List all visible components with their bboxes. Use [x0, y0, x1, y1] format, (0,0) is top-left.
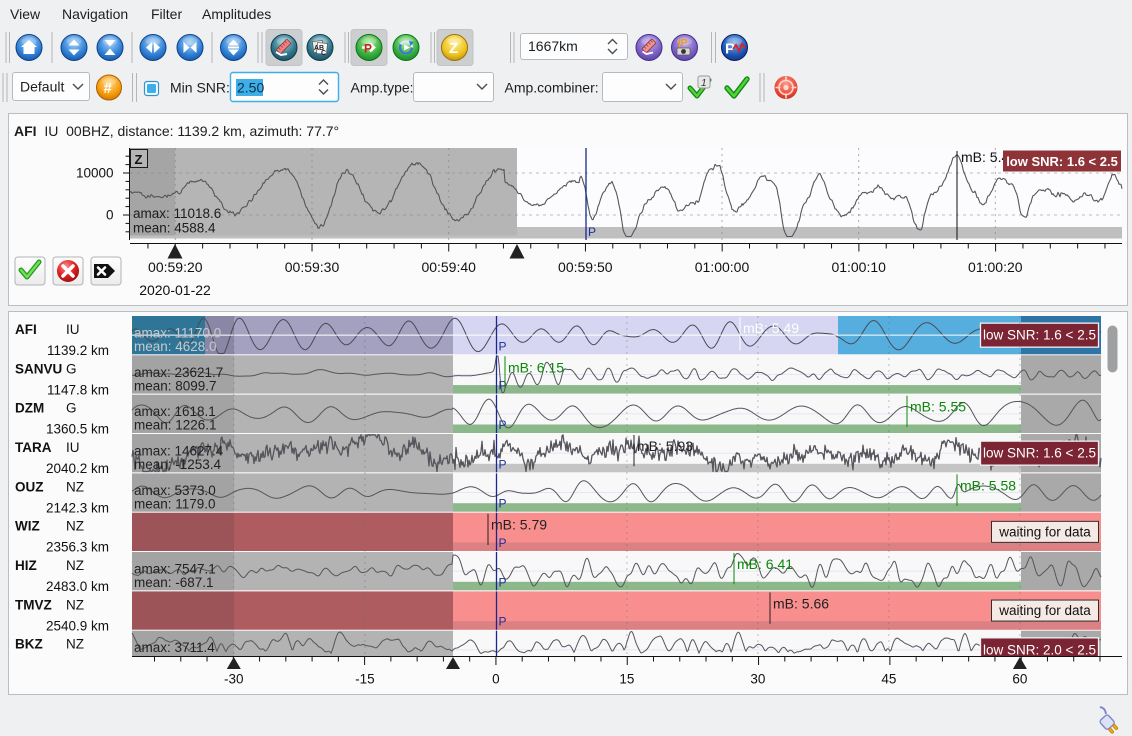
svg-text:2142.3 km: 2142.3 km: [46, 500, 109, 515]
svg-text:NZ: NZ: [66, 637, 84, 652]
svg-text:1147.8 km: 1147.8 km: [47, 382, 109, 397]
svg-text:mB: 6.41: mB: 6.41: [737, 556, 793, 572]
svg-text:mB: 5.93: mB: 5.93: [637, 438, 693, 454]
svg-text:mB: 5.66: mB: 5.66: [773, 595, 829, 611]
svg-text:P: P: [499, 536, 507, 550]
svg-text:mB: 5.49: mB: 5.49: [743, 320, 799, 336]
svg-text:2540.9 km: 2540.9 km: [46, 618, 109, 633]
svg-text:2356.3 km: 2356.3 km: [46, 540, 109, 555]
svg-text:TMVZ: TMVZ: [15, 597, 52, 612]
svg-text:00:59:40: 00:59:40: [421, 259, 476, 275]
svg-text:P: P: [499, 575, 507, 589]
svg-text:mean: 4628.0: mean: 4628.0: [134, 339, 217, 354]
svg-text:2020-01-22: 2020-01-22: [139, 282, 211, 298]
svg-text:mB: 5.58: mB: 5.58: [960, 477, 1016, 493]
svg-text:P: P: [499, 497, 507, 511]
svg-text:-15: -15: [355, 672, 375, 687]
svg-text:NZ: NZ: [66, 479, 84, 494]
svg-text:P: P: [499, 457, 507, 471]
svg-text:NZ: NZ: [66, 597, 84, 612]
svg-text:30: 30: [750, 672, 765, 687]
svg-text:SANVU: SANVU: [15, 361, 62, 376]
svg-text:NZ: NZ: [66, 558, 84, 573]
svg-text:low SNR: 1.6 < 2.5: low SNR: 1.6 < 2.5: [983, 328, 1096, 343]
svg-text:mean: 8099.7: mean: 8099.7: [134, 378, 217, 393]
svg-text:IU: IU: [66, 440, 80, 455]
svg-text:mB: 6.15: mB: 6.15: [508, 359, 564, 375]
svg-text:10000: 10000: [76, 166, 114, 181]
svg-text:AFI IU 00BHZ, distance: 1139: AFI IU 00BHZ, distance: 1139.2 km, azimu…: [14, 123, 339, 139]
svg-text:01:00:20: 01:00:20: [968, 259, 1023, 275]
svg-text:P: P: [588, 225, 596, 239]
svg-text:low SNR: 1.6 < 2.5: low SNR: 1.6 < 2.5: [983, 446, 1096, 461]
svg-text:00:59:30: 00:59:30: [285, 259, 340, 275]
svg-text:P: P: [499, 418, 507, 432]
svg-text:mean: -1253.4: mean: -1253.4: [134, 457, 222, 472]
svg-text:waiting for data: waiting for data: [998, 524, 1091, 539]
svg-text:0: 0: [106, 208, 114, 223]
svg-text:amax: 11018.6: amax: 11018.6: [133, 206, 221, 221]
svg-text:amax: 3711.4: amax: 3711.4: [134, 640, 215, 655]
svg-text:AFI: AFI: [15, 322, 37, 337]
svg-text:TARA: TARA: [15, 440, 52, 455]
svg-text:OUZ: OUZ: [15, 479, 44, 494]
svg-text:mean: 1226.1: mean: 1226.1: [134, 418, 217, 433]
svg-text:01:00:00: 01:00:00: [695, 259, 750, 275]
svg-text:60: 60: [1012, 672, 1027, 687]
svg-text:1139.2 km: 1139.2 km: [47, 343, 109, 358]
svg-text:mean: 1179.0: mean: 1179.0: [134, 496, 216, 511]
svg-text:mB: 5.55: mB: 5.55: [910, 399, 966, 415]
svg-text:low SNR: 1.6 < 2.5: low SNR: 1.6 < 2.5: [1006, 154, 1118, 169]
svg-text:2040.2 km: 2040.2 km: [46, 461, 109, 476]
svg-text:P: P: [499, 339, 507, 353]
svg-text:WIZ: WIZ: [15, 519, 40, 534]
svg-text:mB: 5.79: mB: 5.79: [491, 517, 547, 533]
svg-text:BKZ: BKZ: [15, 637, 43, 652]
svg-text:G: G: [66, 361, 77, 376]
svg-text:G: G: [66, 401, 77, 416]
svg-text:00:59:50: 00:59:50: [558, 259, 613, 275]
svg-text:15: 15: [619, 672, 634, 687]
svg-text:waiting for data: waiting for data: [998, 603, 1091, 618]
svg-text:HIZ: HIZ: [15, 558, 37, 573]
svg-text:01:00:10: 01:00:10: [831, 259, 886, 275]
svg-text:mean: 4588.4: mean: 4588.4: [133, 221, 216, 236]
svg-text:NZ: NZ: [66, 519, 84, 534]
svg-text:P: P: [499, 615, 507, 629]
svg-text:45: 45: [881, 672, 896, 687]
svg-text:low SNR: 2.0 < 2.5: low SNR: 2.0 < 2.5: [983, 642, 1096, 657]
svg-text:00:59:20: 00:59:20: [148, 259, 203, 275]
svg-text:0: 0: [492, 672, 500, 687]
svg-text:mean: -687.1: mean: -687.1: [134, 575, 214, 590]
svg-text:DZM: DZM: [15, 401, 44, 416]
svg-text:-30: -30: [224, 672, 244, 687]
svg-text:2483.0 km: 2483.0 km: [46, 579, 109, 594]
svg-text:Z: Z: [135, 152, 143, 167]
svg-text:IU: IU: [66, 322, 80, 337]
svg-text:1360.5 km: 1360.5 km: [46, 422, 109, 437]
